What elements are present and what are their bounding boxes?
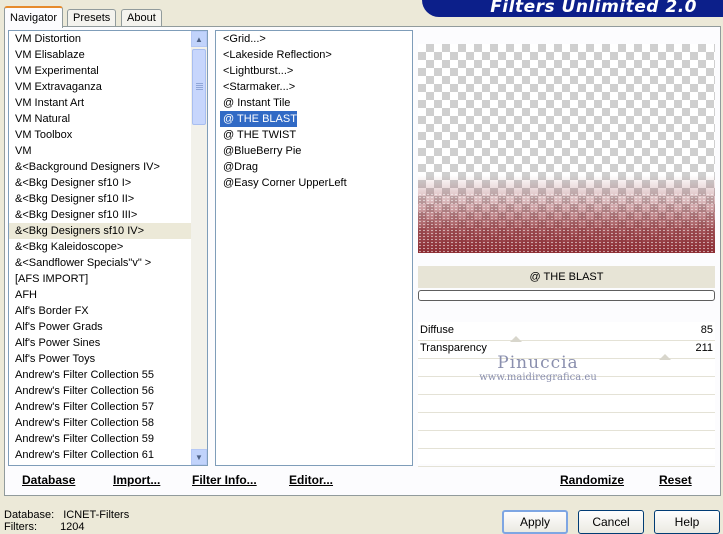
filter-row: @ Instant Tile [220, 95, 412, 111]
selected-filter-name: @ THE BLAST [418, 266, 715, 288]
progress-bar [418, 290, 715, 301]
slider-marker[interactable] [658, 354, 671, 360]
category-item[interactable]: VM [9, 143, 207, 159]
category-item[interactable]: Alf's Power Grads [9, 319, 207, 335]
param-label: Transparency [420, 342, 487, 354]
category-list[interactable]: VM Distortion VM Elisablaze VM Experimenta… [8, 30, 208, 466]
category-item[interactable]: &<Bkg Designer sf10 I> [9, 175, 207, 191]
parameter-panel: Diffuse 85 Transparency 211 [418, 322, 715, 467]
param-row-empty[interactable] [418, 376, 715, 395]
param-row-empty[interactable] [418, 430, 715, 449]
filter-row: @BlueBerry Pie [220, 143, 412, 159]
reset-button[interactable]: Reset [659, 472, 692, 488]
category-item[interactable]: Andrew's Filter Collection 55 [9, 367, 207, 383]
tab-navigator[interactable]: Navigator [4, 6, 64, 28]
category-item[interactable]: VM Distortion [9, 31, 207, 47]
filter-item[interactable]: @ THE TWIST [220, 127, 296, 143]
param-row-empty[interactable] [418, 448, 715, 467]
chevron-up-icon: ▲ [195, 34, 203, 44]
grip-line [196, 85, 203, 86]
param-value: 211 [695, 342, 713, 354]
blast-noise [418, 193, 715, 253]
category-item[interactable]: VM Elisablaze [9, 47, 207, 63]
filter-item[interactable]: @ THE BLAST [220, 111, 297, 127]
status-database: Database: ICNET-Filters [4, 509, 129, 521]
filter-item[interactable]: @ Instant Tile [220, 95, 290, 111]
category-item[interactable]: VM Instant Art [9, 95, 207, 111]
filter-item[interactable]: @Drag [220, 159, 258, 175]
category-item[interactable]: VM Experimental [9, 63, 207, 79]
filter-item[interactable]: <Grid...> [220, 31, 266, 47]
scroll-thumb[interactable] [192, 49, 206, 125]
param-row-diffuse[interactable]: Diffuse 85 [418, 322, 715, 341]
import-button[interactable]: Import... [113, 472, 160, 488]
filter-info-button[interactable]: Filter Info... [192, 472, 257, 488]
param-row-empty[interactable] [418, 394, 715, 413]
category-item[interactable]: Alf's Power Sines [9, 335, 207, 351]
database-button[interactable]: Database [22, 472, 75, 488]
filter-item[interactable]: @BlueBerry Pie [220, 143, 301, 159]
title-banner: Filters Unlimited 2.0 [422, 0, 723, 17]
category-item[interactable]: &<Bkg Designer sf10 III> [9, 207, 207, 223]
filter-item[interactable]: <Lightburst...> [220, 63, 293, 79]
category-item[interactable]: &<Sandflower Specials"v" > [9, 255, 207, 271]
filter-row: <Lakeside Reflection> [220, 47, 412, 63]
category-item[interactable]: Andrew's Filter Collection 56 [9, 383, 207, 399]
filter-list[interactable]: <Grid...> <Lakeside Reflection> <Lightburs… [215, 30, 413, 466]
status-database-label: Database: [4, 509, 55, 521]
filter-row: @ THE BLAST [220, 111, 412, 127]
status-database-value: ICNET-Filters [63, 509, 130, 521]
filter-item[interactable]: <Starmaker...> [220, 79, 295, 95]
param-row-empty[interactable] [418, 354, 715, 377]
app-title: Filters Unlimited 2.0 [490, 0, 697, 17]
tab-about[interactable]: About [121, 9, 162, 26]
category-item[interactable]: Alf's Power Toys [9, 351, 207, 367]
status-filters-value: 1204 [60, 521, 85, 533]
param-value: 85 [700, 324, 713, 336]
filter-row: @ THE TWIST [220, 127, 412, 143]
scroll-down-button[interactable]: ▼ [191, 449, 207, 465]
scroll-up-button[interactable]: ▲ [191, 31, 207, 47]
category-item[interactable]: &<Bkg Designers sf10 IV> [9, 223, 207, 239]
category-item[interactable]: Alf's Border FX [9, 303, 207, 319]
filter-items: <Grid...> <Lakeside Reflection> <Lightburs… [216, 31, 412, 191]
category-items: VM Distortion VM Elisablaze VM Experimenta… [9, 31, 207, 463]
category-item[interactable]: &<Bkg Designer sf10 II> [9, 191, 207, 207]
param-row-empty[interactable] [418, 412, 715, 431]
filter-row: <Grid...> [220, 31, 412, 47]
category-item[interactable]: Andrew's Filter Collection 57 [9, 399, 207, 415]
category-item[interactable]: &<Background Designers IV> [9, 159, 207, 175]
filter-item[interactable]: @Easy Corner UpperLeft [220, 175, 347, 191]
grip-line [196, 83, 203, 84]
status-filters: Filters: 1204 [4, 521, 85, 533]
category-item[interactable]: Andrew's Filter Collection 59 [9, 431, 207, 447]
slider-marker[interactable] [510, 336, 522, 342]
filter-item[interactable]: <Lakeside Reflection> [220, 47, 332, 63]
grip-line [196, 89, 203, 90]
cancel-button[interactable]: Cancel [578, 510, 644, 534]
category-item[interactable]: VM Natural [9, 111, 207, 127]
category-item[interactable]: &<Bkg Kaleidoscope> [9, 239, 207, 255]
help-button[interactable]: Help [654, 510, 720, 534]
grip-line [196, 87, 203, 88]
category-item[interactable]: AFH [9, 287, 207, 303]
param-label: Diffuse [420, 324, 455, 336]
chevron-down-icon: ▼ [195, 452, 203, 462]
category-scrollbar[interactable]: ▲ ▼ [191, 31, 207, 465]
category-item[interactable]: VM Extravaganza [9, 79, 207, 95]
tab-presets[interactable]: Presets [67, 9, 117, 26]
apply-button[interactable]: Apply [502, 510, 568, 534]
randomize-button[interactable]: Randomize [560, 472, 624, 488]
category-item[interactable]: Andrew's Filter Collection 61 [9, 447, 207, 463]
category-item[interactable]: Andrew's Filter Collection 58 [9, 415, 207, 431]
status-filters-label: Filters: [4, 521, 37, 533]
category-item[interactable]: VM Toolbox [9, 127, 207, 143]
filter-row: <Lightburst...> [220, 63, 412, 79]
editor-button[interactable]: Editor... [289, 472, 333, 488]
filter-row: @Drag [220, 159, 412, 175]
preview-canvas [418, 44, 715, 253]
category-item[interactable]: [AFS IMPORT] [9, 271, 207, 287]
filter-row: <Starmaker...> [220, 79, 412, 95]
filter-row: @Easy Corner UpperLeft [220, 175, 412, 191]
